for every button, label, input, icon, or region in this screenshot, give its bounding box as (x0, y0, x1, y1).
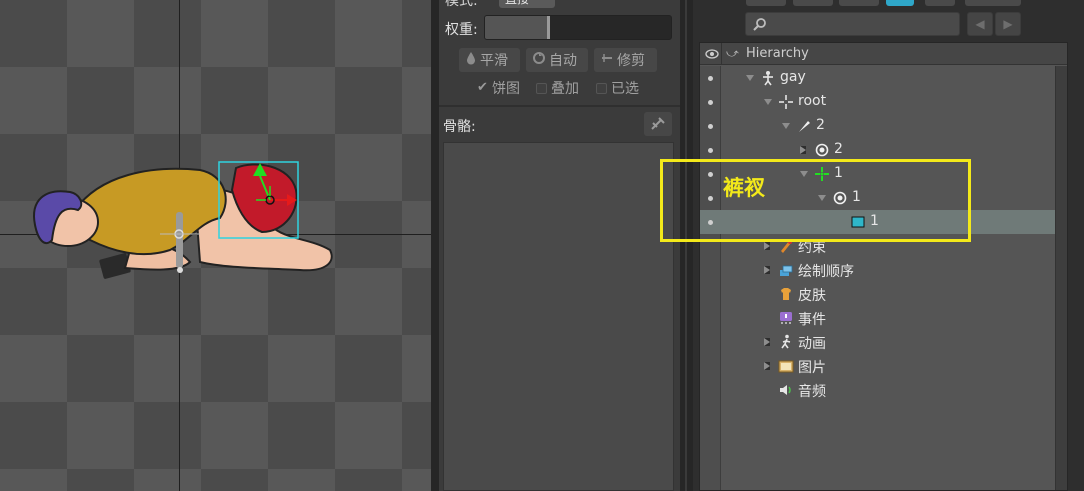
collapse-arrow-icon[interactable] (764, 362, 770, 370)
weight-label: 权重: (445, 22, 478, 38)
slot-icon (814, 142, 830, 158)
pie-checkbox[interactable]: ✔ 饼图 (477, 78, 520, 98)
visibility-dot-icon[interactable] (708, 76, 713, 81)
panel-splitter[interactable] (680, 0, 693, 491)
auto-icon (532, 51, 546, 69)
toolbar-button[interactable] (965, 0, 1021, 6)
expand-arrow-icon[interactable] (764, 99, 772, 105)
selected-checkbox[interactable]: 已选 (596, 78, 639, 98)
next-result-button[interactable]: ▶ (995, 12, 1021, 36)
visibility-dot-icon[interactable] (708, 124, 713, 129)
visibility-dot-icon[interactable] (708, 100, 713, 105)
tree-row[interactable]: root (700, 90, 1055, 114)
mode-select[interactable]: 直接 (499, 0, 555, 8)
checkbox-empty-icon (536, 82, 547, 94)
prune-icon (600, 51, 614, 69)
prune-label: 修剪 (617, 53, 645, 69)
tree-row-label: 2 (816, 117, 825, 133)
tree-row[interactable]: 动画 (700, 330, 1055, 354)
overlay-checkbox-label: 叠加 (551, 81, 579, 97)
hierarchy-title: Hierarchy (746, 46, 809, 61)
tree-row[interactable]: 2 (700, 114, 1055, 138)
skin-icon (778, 286, 794, 302)
prev-result-button[interactable]: ◀ (967, 12, 993, 36)
bones-label: 骨骼: (443, 119, 476, 135)
toolbar-button-active[interactable] (886, 0, 914, 6)
tree-row[interactable]: gay (700, 66, 1055, 90)
bone-picker-button[interactable] (644, 112, 672, 136)
auto-button[interactable]: 自动 (526, 48, 588, 72)
eye-icon (705, 49, 719, 59)
tree-row[interactable]: 音频 (700, 378, 1055, 402)
canvas-viewport[interactable] (0, 0, 431, 491)
smooth-label: 平滑 (480, 53, 508, 69)
mode-row: 模式: 直接 (439, 0, 680, 10)
collapse-arrow-icon[interactable] (764, 266, 770, 274)
bone-picker-icon (651, 117, 665, 130)
collapse-arrow-icon[interactable] (764, 242, 770, 250)
tree-row[interactable]: 图片 (700, 354, 1055, 378)
toolbar-button[interactable] (793, 0, 833, 6)
panel-splitter[interactable] (431, 0, 439, 491)
weight-slider-fill (485, 16, 549, 39)
event-icon (778, 310, 794, 326)
smooth-button[interactable]: 平滑 (459, 48, 520, 72)
expand-arrow-icon[interactable] (746, 75, 754, 81)
toolbar-button[interactable] (839, 0, 879, 6)
tree-row[interactable]: 绘制顺序 (700, 258, 1055, 282)
tree-row-label: 动画 (798, 336, 826, 352)
tree-scrollbar[interactable] (1055, 66, 1067, 490)
search-input[interactable] (745, 12, 960, 36)
pie-checkbox-label: 饼图 (492, 81, 520, 97)
hierarchy-tree[interactable]: ⤻ Hierarchy gay root 2 2 1 1 1 约束 绘制顺序 皮肤 事件 动画 图片 音频 (699, 42, 1068, 491)
draw-order-icon (778, 262, 794, 278)
toolbar-button[interactable] (925, 0, 955, 6)
mode-label: 模式: (445, 0, 478, 9)
tree-row-label: gay (780, 69, 806, 85)
tree-row-label: 2 (834, 141, 843, 157)
audio-icon (778, 382, 794, 398)
collapse-arrow-icon[interactable] (800, 146, 806, 154)
skeleton-icon (760, 70, 776, 86)
prune-button[interactable]: 修剪 (594, 48, 657, 72)
weights-panel: 模式: 直接 权重: 平滑 自动 修剪 ✔ 饼图 (439, 0, 680, 491)
selected-checkbox-label: 已选 (611, 81, 639, 97)
annotation-box (660, 159, 971, 242)
divider (439, 105, 680, 107)
annotation-label: 裤衩 (723, 176, 765, 200)
root-bone (176, 212, 183, 268)
hierarchy-panel: ◀ ▶ ⤻ Hierarchy gay root 2 2 1 1 1 约束 绘制顺序 皮肤 事件 动画… (693, 0, 1084, 491)
weight-slider-knob[interactable] (546, 16, 550, 39)
overlay-checkbox[interactable]: 叠加 (536, 78, 579, 98)
tree-header: ⤻ Hierarchy (700, 43, 1067, 65)
tree-row-label: 音频 (798, 384, 826, 400)
droplet-icon (465, 51, 477, 69)
tree-row-label: root (798, 93, 827, 109)
app-window: 模式: 直接 权重: 平滑 自动 修剪 ✔ 饼图 (0, 0, 1084, 491)
tree-row[interactable]: 事件 (700, 306, 1055, 330)
checkbox-empty-icon (596, 82, 607, 94)
bones-list[interactable] (443, 142, 674, 491)
bone-root-icon (778, 94, 794, 110)
tree-row-label: 绘制顺序 (798, 264, 854, 280)
bone-icon (796, 118, 812, 134)
tree-row-label: 事件 (798, 312, 826, 328)
animation-icon (778, 334, 794, 350)
auto-label: 自动 (549, 53, 577, 69)
tree-row-label: 图片 (798, 360, 826, 376)
tree-row[interactable]: 皮肤 (700, 282, 1055, 306)
images-icon (778, 358, 794, 374)
link-icon: ⤻ (726, 46, 739, 60)
tree-row-label: 皮肤 (798, 288, 826, 304)
collapse-arrow-icon[interactable] (764, 338, 770, 346)
expand-arrow-icon[interactable] (782, 123, 790, 129)
visibility-dot-icon[interactable] (708, 148, 713, 153)
toolbar-button[interactable] (746, 0, 786, 6)
search-icon (753, 18, 766, 31)
checkmark-icon: ✔ (477, 79, 488, 95)
character-artwork (33, 161, 333, 279)
weight-slider[interactable] (484, 15, 672, 40)
